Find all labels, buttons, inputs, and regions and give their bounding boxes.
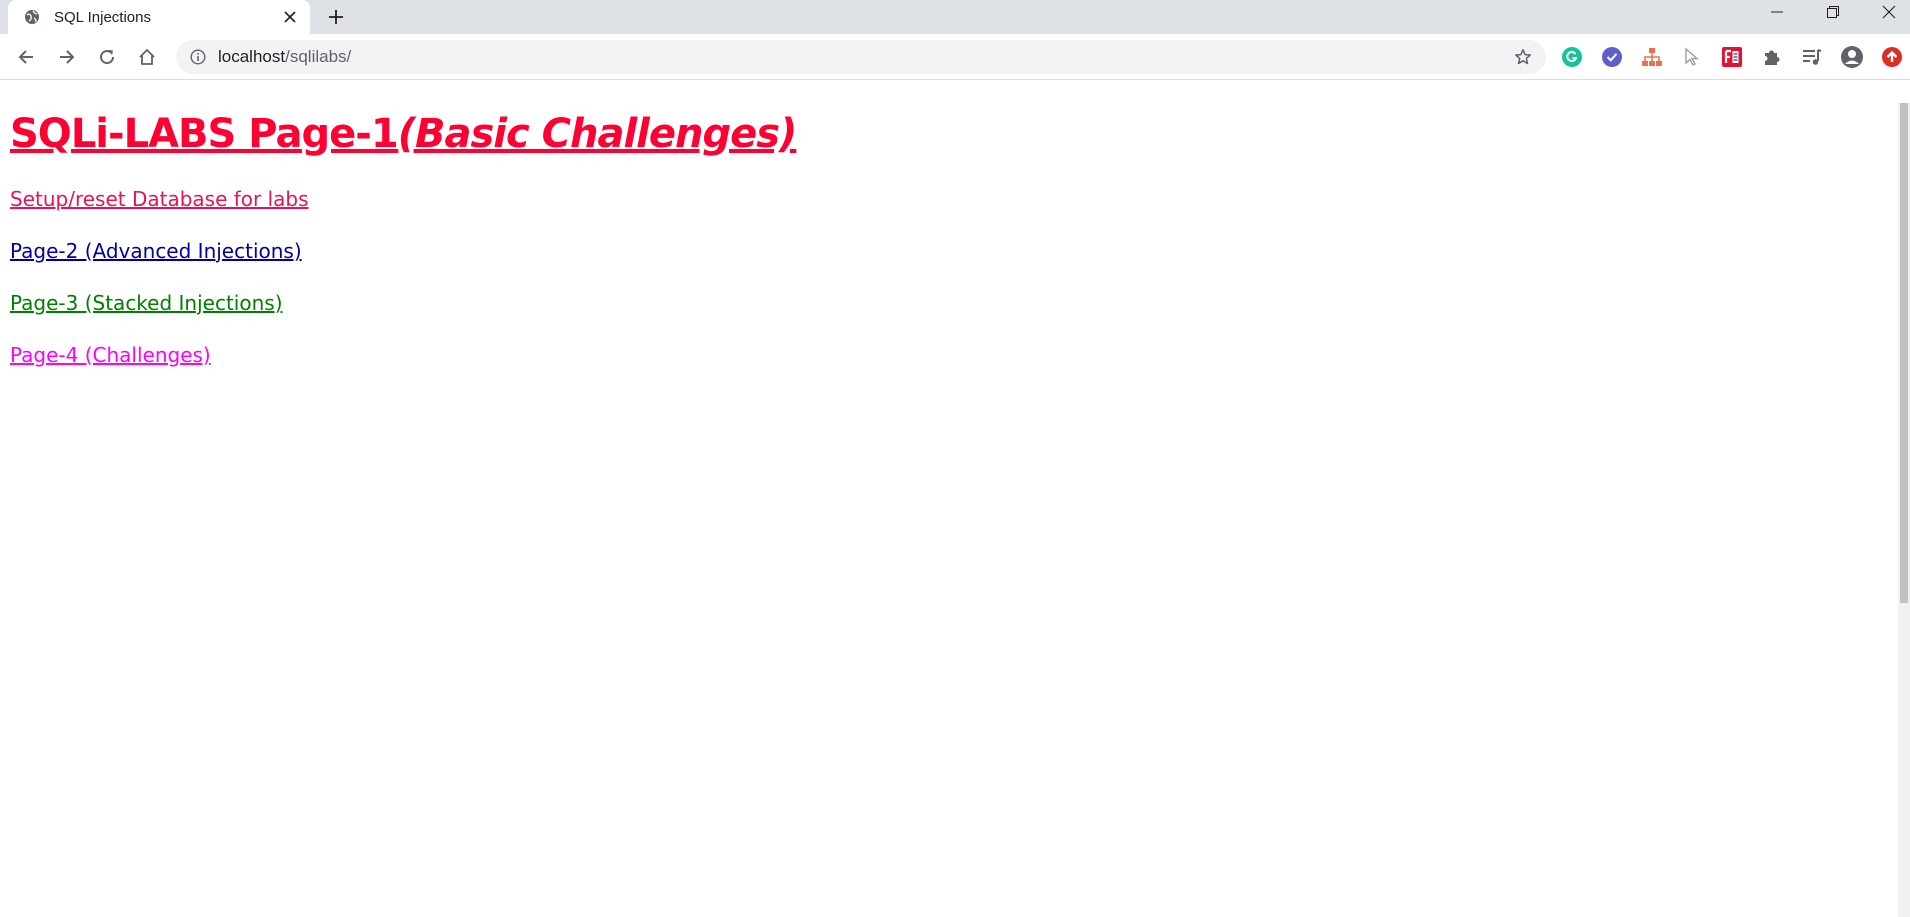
page-3-link[interactable]: Page-3 (Stacked Injections) — [10, 291, 283, 315]
cursor-icon[interactable] — [1680, 45, 1704, 69]
url-path: /sqlilabs/ — [285, 47, 352, 66]
sitemap-icon[interactable] — [1640, 45, 1664, 69]
page-4-link[interactable]: Page-4 (Challenges) — [10, 343, 211, 367]
url-text[interactable]: localhost/sqlilabs/ — [218, 47, 1512, 67]
url-host: localhost — [218, 47, 286, 66]
arrow-left-icon — [18, 50, 33, 64]
puzzle-extensions-icon[interactable] — [1760, 45, 1784, 69]
page-content: SQLi-LABS Page-1(Basic Challenges) Setup… — [0, 81, 1890, 917]
tab-strip: SQL Injections — [0, 0, 1910, 34]
vertical-scrollbar[interactable] — [1898, 103, 1910, 917]
restore-icon — [1827, 6, 1839, 18]
info-icon[interactable] — [188, 47, 208, 67]
bookmark-star-icon[interactable] — [1512, 46, 1534, 68]
check-circle-icon[interactable] — [1600, 45, 1624, 69]
update-icon[interactable] — [1880, 45, 1904, 69]
plus-icon — [329, 10, 343, 24]
page-title[interactable]: SQLi-LABS Page-1(Basic Challenges) — [10, 111, 798, 157]
profile-icon[interactable] — [1840, 45, 1864, 69]
close-window-button[interactable] — [1866, 0, 1910, 24]
reading-list-icon[interactable] — [1800, 45, 1824, 69]
page-title-main: SQLi-LABS Page-1 — [10, 111, 399, 157]
scrollbar-thumb[interactable] — [1900, 103, 1908, 603]
close-icon[interactable] — [280, 7, 300, 27]
setup-reset-database-link[interactable]: Setup/reset Database for labs — [10, 187, 309, 211]
close-icon — [1882, 5, 1896, 19]
minimize-button[interactable] — [1754, 0, 1800, 24]
grammarly-icon[interactable] — [1560, 45, 1584, 69]
new-tab-button[interactable] — [322, 3, 350, 31]
page-2-link[interactable]: Page-2 (Advanced Injections) — [10, 239, 302, 263]
browser-toolbar: localhost/sqlilabs/ — [0, 34, 1910, 80]
back-button[interactable] — [10, 41, 42, 73]
home-icon — [139, 48, 155, 65]
reload-icon — [100, 50, 115, 65]
minimize-icon — [1771, 11, 1783, 13]
tab-sql-injections[interactable]: SQL Injections — [8, 0, 310, 34]
globe-icon — [24, 9, 40, 25]
restore-button[interactable] — [1810, 0, 1856, 24]
fe-helper-icon[interactable] — [1720, 45, 1744, 69]
tab-title: SQL Injections — [54, 8, 151, 26]
address-bar[interactable]: localhost/sqlilabs/ — [176, 40, 1546, 74]
home-button[interactable] — [131, 41, 163, 73]
arrow-right-icon — [60, 50, 75, 64]
browser-window: SQL Injections localhost/sqlilabs/ SQLi-… — [0, 0, 1910, 917]
reload-button[interactable] — [91, 41, 123, 73]
page-title-sub: (Basic Challenges) — [397, 111, 798, 157]
forward-button[interactable] — [51, 41, 83, 73]
